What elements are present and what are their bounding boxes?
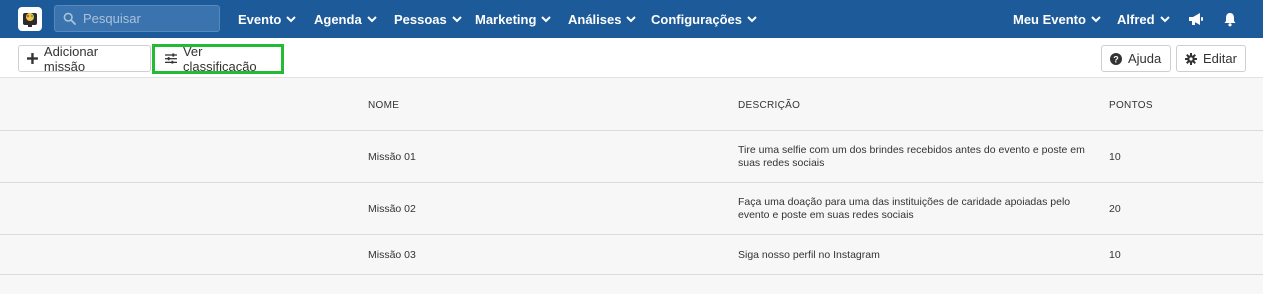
search-icon <box>63 12 76 25</box>
mission-name: Missão 03 <box>368 249 416 261</box>
nav-pessoas[interactable]: Pessoas <box>394 0 462 38</box>
missions-table: NOME DESCRIÇÃO PONTOS Missão 01 Tire uma… <box>0 79 1263 294</box>
nav-analises-label: Análises <box>568 11 622 27</box>
app-logo[interactable] <box>18 7 42 31</box>
nav-marketing-label: Marketing <box>475 11 537 27</box>
edit-button[interactable]: Editar <box>1176 45 1246 72</box>
event-selector-label: Meu Evento <box>1013 11 1086 27</box>
plus-icon <box>27 53 38 64</box>
table-row[interactable]: Missão 03 Siga nosso perfil no Instagram… <box>0 235 1263 275</box>
chevron-down-icon <box>747 15 757 22</box>
nav-configuracoes-label: Configurações <box>651 11 743 27</box>
add-mission-button[interactable]: Adicionar missão <box>18 43 151 74</box>
help-button[interactable]: ? Ajuda <box>1101 45 1171 72</box>
table-header: NOME DESCRIÇÃO PONTOS <box>0 79 1263 131</box>
search-input[interactable] <box>83 11 213 26</box>
user-menu-label: Alfred <box>1117 11 1155 27</box>
bell-icon[interactable] <box>1222 11 1238 27</box>
question-circle-icon: ? <box>1110 52 1122 65</box>
header-points[interactable]: PONTOS <box>1109 100 1153 111</box>
nav-evento-label: Evento <box>238 11 282 27</box>
header-description[interactable]: DESCRIÇÃO <box>738 100 800 111</box>
edit-label: Editar <box>1203 51 1237 66</box>
chevron-down-icon <box>541 15 552 22</box>
mission-description-line: evento e poste em suas redes sociais <box>738 209 914 221</box>
chevron-down-icon <box>1159 15 1170 22</box>
mission-points: 20 <box>1109 203 1121 215</box>
nav-pessoas-label: Pessoas <box>394 11 447 27</box>
mission-name: Missão 01 <box>368 151 416 163</box>
gear-icon <box>1185 52 1197 65</box>
header-name[interactable]: NOME <box>368 100 399 111</box>
help-label: Ajuda <box>1128 51 1162 66</box>
chevron-down-icon <box>626 15 637 22</box>
focus-highlight <box>152 44 284 74</box>
nav-user-menu[interactable]: Alfred <box>1117 0 1170 38</box>
mission-points: 10 <box>1109 249 1121 261</box>
nav-agenda[interactable]: Agenda <box>314 0 377 38</box>
nav-event-selector[interactable]: Meu Evento <box>1013 0 1101 38</box>
chevron-down-icon <box>286 15 297 22</box>
logo-icon <box>23 13 37 27</box>
top-navbar: Evento Agenda Pessoas Marketing Análises… <box>0 0 1263 38</box>
megaphone-icon[interactable] <box>1188 11 1204 27</box>
add-mission-label: Adicionar missão <box>43 43 99 74</box>
nav-configuracoes[interactable]: Configurações <box>651 0 757 38</box>
table-row[interactable]: Missão 02 Faça uma doação para uma das i… <box>0 183 1263 235</box>
chevron-down-icon <box>452 15 462 22</box>
nav-marketing[interactable]: Marketing <box>475 0 552 38</box>
svg-text:?: ? <box>1113 54 1119 64</box>
mission-description-line: suas redes sociais <box>738 157 825 169</box>
nav-evento[interactable]: Evento <box>238 0 297 38</box>
nav-analises[interactable]: Análises <box>568 0 637 38</box>
mission-description-line: Siga nosso perfil no Instagram <box>738 249 880 261</box>
chevron-down-icon <box>366 15 377 22</box>
mission-description-line: Faça uma doação para uma das instituiçõe… <box>738 196 1071 208</box>
mission-description-line: Tire uma selfie com um dos brindes receb… <box>738 144 1085 156</box>
table-row[interactable]: Missão 01 Tire uma selfie com um dos bri… <box>0 131 1263 183</box>
search-box[interactable] <box>54 5 220 32</box>
chevron-down-icon <box>1091 15 1101 22</box>
mission-name: Missão 02 <box>368 203 416 215</box>
nav-agenda-label: Agenda <box>314 11 362 27</box>
mission-points: 10 <box>1109 151 1121 163</box>
